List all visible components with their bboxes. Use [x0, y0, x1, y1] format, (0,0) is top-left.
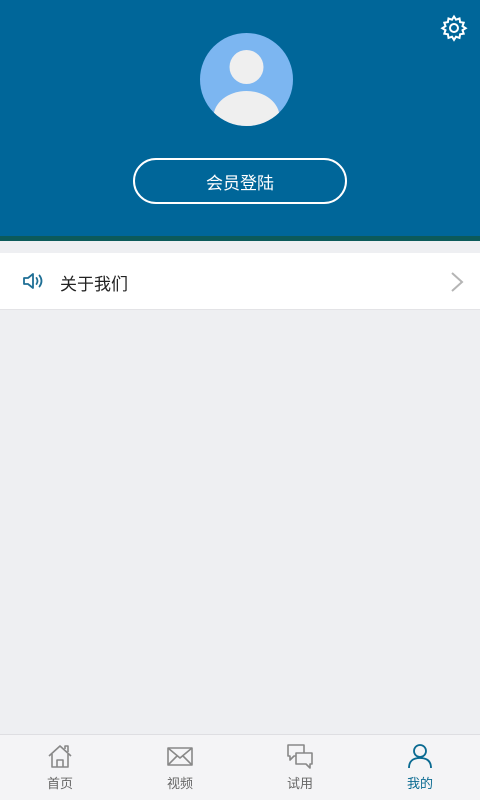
bottom-tab-bar: 首页 视频 试用 我的: [0, 734, 480, 800]
menu-item-label: 关于我们: [60, 275, 128, 295]
user-icon: [408, 744, 432, 769]
tab-label: 视频: [166, 777, 193, 792]
envelope-icon: [167, 747, 193, 766]
tab-mine[interactable]: 我的: [360, 735, 480, 800]
tab-home[interactable]: 首页: [0, 735, 120, 800]
tab-label: 首页: [46, 777, 73, 792]
chat-icon: [287, 744, 313, 769]
gear-icon[interactable]: [440, 14, 468, 42]
home-icon: [48, 745, 72, 768]
content-area: [0, 310, 480, 734]
tab-label: 试用: [286, 777, 313, 792]
tab-label: 我的: [406, 777, 433, 792]
chevron-right-icon: [451, 272, 464, 292]
tab-video[interactable]: 视频: [120, 735, 240, 800]
avatar-icon[interactable]: [200, 33, 293, 126]
menu-item-about-us[interactable]: 关于我们: [0, 253, 480, 310]
profile-header: 会员登陆: [0, 0, 480, 241]
tab-trial[interactable]: 试用: [240, 735, 360, 800]
member-login-button[interactable]: 会员登陆: [133, 158, 347, 204]
section-gap: [0, 241, 480, 253]
speaker-icon: [23, 273, 43, 289]
